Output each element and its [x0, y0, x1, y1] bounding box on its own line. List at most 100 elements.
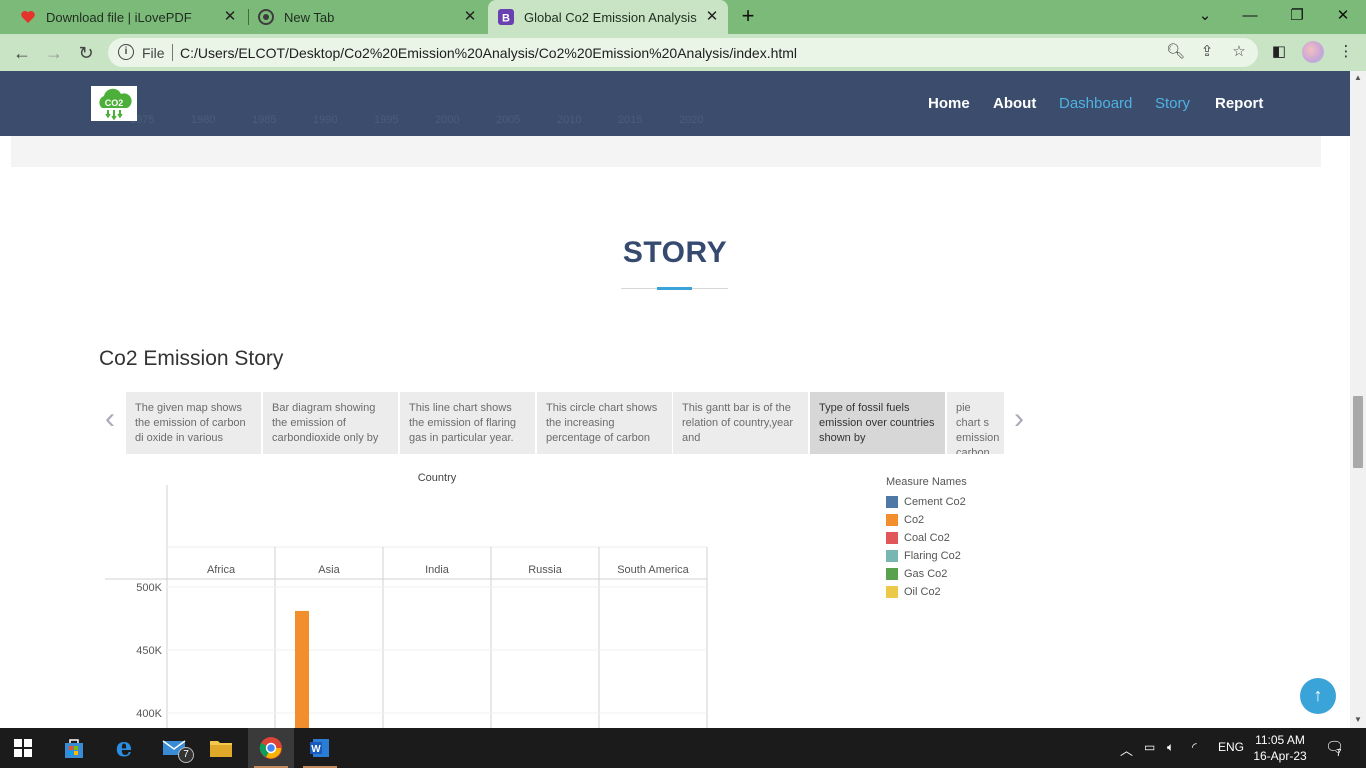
story-heading: Co2 Emission Story: [99, 347, 284, 370]
nav-dashboard[interactable]: Dashboard: [1059, 95, 1132, 112]
back-arrow-icon[interactable]: ←: [11, 42, 33, 64]
system-clock[interactable]: 11:05 AM 16-Apr-23: [1250, 732, 1310, 764]
chevron-right-icon[interactable]: ›: [1009, 404, 1029, 434]
tab-ilovepdf[interactable]: Download file | iLovePDF ✕: [12, 0, 246, 34]
scroll-down-icon[interactable]: ▼: [1353, 715, 1363, 724]
reload-icon[interactable]: ↻: [75, 42, 97, 64]
y-tick-label: 400K: [136, 708, 162, 720]
legend-label: Flaring Co2: [904, 550, 961, 562]
legend-swatch: [886, 586, 898, 598]
tab-search-chevron-icon[interactable]: ⌄: [1193, 5, 1217, 27]
url-text[interactable]: C:/Users/ELCOT/Desktop/Co2%20Emission%20…: [180, 45, 797, 61]
legend-item[interactable]: Co2: [886, 511, 1026, 529]
share-icon[interactable]: ⇪: [1198, 43, 1216, 61]
legend-item[interactable]: Coal Co2: [886, 529, 1026, 547]
legend-swatch: [886, 532, 898, 544]
window-close-icon[interactable]: ✕: [1331, 5, 1355, 27]
legend-label: Oil Co2: [904, 586, 941, 598]
browser-tab-strip: Download file | iLovePDF ✕ New Tab ✕ B G…: [0, 0, 1366, 34]
heart-icon: [20, 9, 36, 25]
tray-chevron-icon[interactable]: ︿: [1120, 740, 1133, 759]
scroll-thumb[interactable]: [1353, 396, 1363, 468]
clock-date: 16-Apr-23: [1253, 749, 1307, 763]
section-title: STORY: [622, 236, 728, 269]
zoom-icon[interactable]: 🔍︎: [1166, 43, 1185, 61]
story-point[interactable]: This gantt bar is of the relation of cou…: [673, 392, 808, 454]
story-point[interactable]: This circle chart shows the increasing p…: [537, 392, 672, 454]
site-logo[interactable]: CO2: [91, 86, 137, 121]
chevron-left-icon[interactable]: ‹: [100, 404, 120, 434]
legend-item[interactable]: Cement Co2: [886, 493, 1026, 511]
nav-story[interactable]: Story: [1155, 95, 1190, 112]
nav-report[interactable]: Report: [1215, 95, 1263, 112]
legend-swatch: [886, 514, 898, 526]
nav-home[interactable]: Home: [928, 95, 970, 112]
back-to-top-button[interactable]: ↑: [1300, 678, 1336, 714]
word-icon[interactable]: W: [297, 728, 343, 768]
forward-arrow-icon[interactable]: →: [43, 42, 65, 64]
category-label: Africa: [207, 564, 236, 576]
browser-toolbar: ← → ↻ i File C:/Users/ELCOT/Desktop/Co2%…: [0, 34, 1366, 71]
scroll-up-icon[interactable]: ▲: [1353, 73, 1363, 82]
chrome-taskbar-icon[interactable]: [248, 728, 294, 768]
profile-avatar[interactable]: [1302, 41, 1324, 63]
story-point[interactable]: pie chart s emission carbon di: [947, 392, 1004, 454]
y-tick-label: 450K: [136, 645, 162, 657]
restore-icon[interactable]: ❐: [1285, 5, 1309, 27]
close-icon[interactable]: ✕: [222, 9, 238, 25]
legend-swatch: [886, 496, 898, 508]
windows-start-icon[interactable]: [0, 728, 46, 768]
svg-text:B: B: [502, 13, 510, 25]
battery-icon[interactable]: ▭: [1144, 740, 1155, 754]
info-icon[interactable]: i: [118, 44, 134, 60]
tab-title: Download file | iLovePDF: [46, 9, 192, 25]
language-indicator[interactable]: ENG: [1218, 740, 1244, 754]
mail-icon[interactable]: 7: [151, 728, 197, 768]
legend-title: Measure Names: [886, 476, 967, 488]
legend-item[interactable]: Gas Co2: [886, 565, 1026, 583]
story-point[interactable]: Bar diagram showing the emission of carb…: [263, 392, 398, 454]
category-label: Russia: [528, 564, 563, 576]
svg-text:W: W: [311, 744, 321, 755]
story-point[interactable]: The given map shows the emission of carb…: [126, 392, 261, 454]
side-panel-icon[interactable]: ◧: [1269, 42, 1289, 62]
file-explorer-icon[interactable]: [198, 728, 244, 768]
legend-item[interactable]: Oil Co2: [886, 583, 1026, 601]
store-icon[interactable]: [51, 728, 97, 768]
bookmark-star-icon[interactable]: ☆: [1230, 43, 1248, 61]
edge-icon[interactable]: e: [101, 728, 147, 768]
legend-label: Cement Co2: [904, 496, 966, 508]
minimize-icon[interactable]: —: [1238, 5, 1262, 27]
close-icon[interactable]: ✕: [704, 9, 720, 25]
tab-co2-analysis[interactable]: B Global Co2 Emission Analysis ✕: [488, 0, 728, 34]
logo-text: CO2: [105, 98, 124, 108]
network-icon[interactable]: ◜: [1192, 740, 1197, 754]
url-scheme-label: File: [142, 45, 165, 61]
volume-icon[interactable]: 🔈︎: [1167, 740, 1174, 755]
story-point[interactable]: This line chart shows the emission of fl…: [400, 392, 535, 454]
page-scrollbar[interactable]: ▲ ▼: [1350, 71, 1366, 728]
stacked-bar-chart: Country Africa Asia India Russia South Ameri…: [105, 472, 708, 728]
y-tick-label: 500K: [136, 582, 162, 594]
story-point-active[interactable]: Type of fossil fuels emission over count…: [810, 392, 945, 454]
legend-swatch: [886, 550, 898, 562]
legend-item[interactable]: Flaring Co2: [886, 547, 1026, 565]
tab-separator: [248, 9, 249, 25]
new-tab-plus-icon[interactable]: +: [738, 5, 758, 27]
chart-legend: Measure Names Cement Co2 Co2 Coal Co2 Flari…: [886, 476, 1026, 601]
story-point-carousel: ‹ The given map shows the emission of ca…: [100, 392, 1040, 456]
legend-label: Coal Co2: [904, 532, 950, 544]
legend-label: Co2: [904, 514, 925, 526]
clock-time: 11:05 AM: [1255, 733, 1305, 747]
close-icon[interactable]: ✕: [462, 9, 478, 25]
nav-about[interactable]: About: [993, 95, 1036, 112]
tab-title: New Tab: [284, 9, 335, 25]
background-axis-ticks: 1975 1980 1985 1990 1995 2000 2005 2010 2015 2020: [130, 114, 704, 126]
windows-taskbar: e 7 W ︿ ▭ 🔈︎ ◜ ENG 11:05 AM 16-Apr-23 🗨︎…: [0, 728, 1366, 768]
mail-badge: 7: [178, 747, 194, 763]
address-bar[interactable]: i File C:/Users/ELCOT/Desktop/Co2%20Emis…: [108, 38, 1258, 67]
tab-new-tab[interactable]: New Tab ✕: [250, 0, 486, 34]
page-viewport: 1975 1980 1985 1990 1995 2000 2005 2010 2015 2020…: [0, 71, 1350, 728]
title-accent-bar: [657, 287, 692, 290]
menu-dots-icon[interactable]: ⋮: [1336, 42, 1356, 62]
